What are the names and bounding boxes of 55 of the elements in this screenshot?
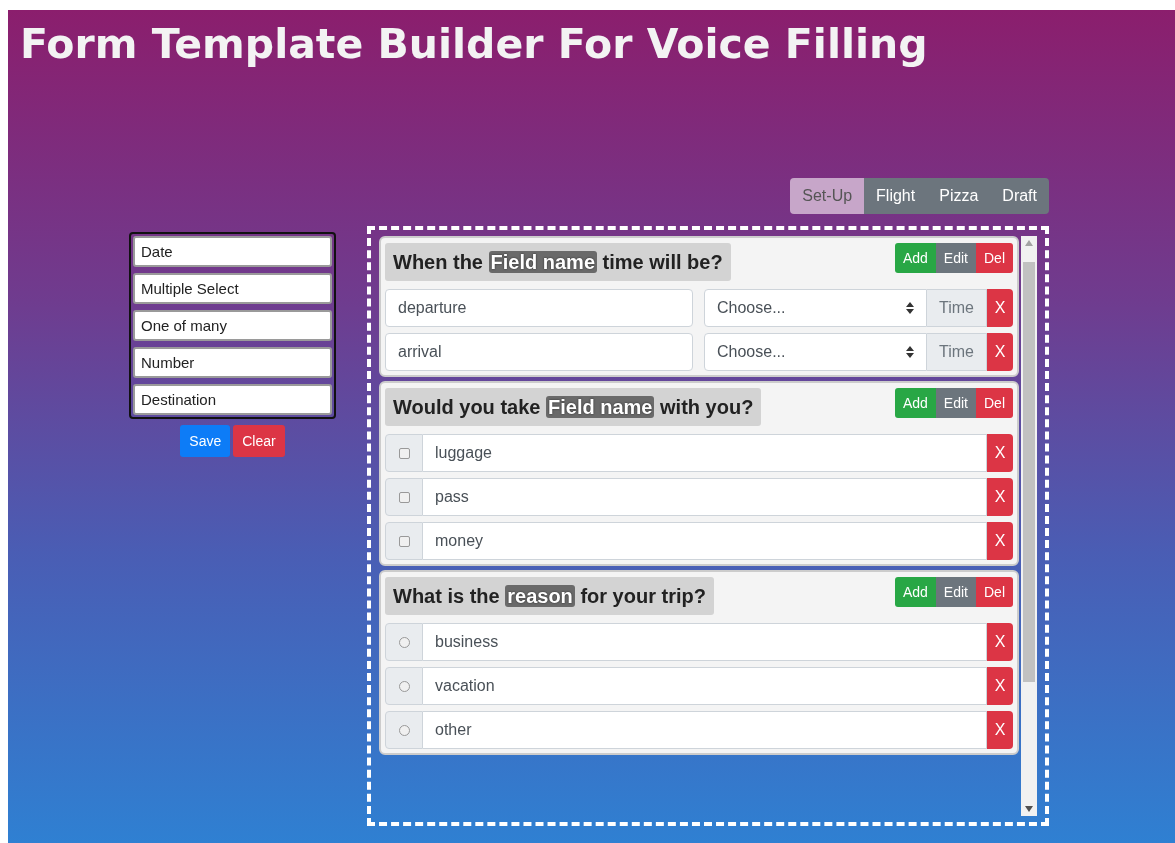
template-tab[interactable]: Set-Up <box>790 178 865 214</box>
checkbox[interactable] <box>398 535 410 547</box>
choose-dropdown[interactable]: Choose... <box>704 333 928 371</box>
option-name-field[interactable]: luggage <box>423 434 987 472</box>
option-name-field[interactable]: other <box>423 711 987 749</box>
time-addon: Time <box>927 289 987 327</box>
template-tab[interactable]: Draft <box>990 178 1049 214</box>
checkbox[interactable] <box>398 491 410 503</box>
field-type-item[interactable]: Multiple Select <box>133 273 332 304</box>
remove-button[interactable]: X <box>987 667 1013 705</box>
remove-button[interactable]: X <box>987 623 1013 661</box>
scroll-down-icon[interactable] <box>1025 806 1033 812</box>
template-tab[interactable]: Pizza <box>927 178 991 214</box>
delete-button[interactable]: Del <box>976 577 1013 607</box>
field-type-item[interactable]: Date <box>133 236 332 267</box>
field-type-item[interactable]: One of many <box>133 310 332 341</box>
option-name-field[interactable]: business <box>423 623 987 661</box>
remove-button[interactable]: X <box>987 434 1013 472</box>
field-type-item[interactable]: Destination <box>133 384 332 415</box>
radio-button[interactable] <box>398 636 410 648</box>
scrollbar[interactable] <box>1021 236 1037 816</box>
sort-arrows-icon <box>906 302 915 314</box>
add-button[interactable]: Add <box>894 388 936 418</box>
clear-button[interactable]: Clear <box>233 425 285 457</box>
checkbox[interactable] <box>398 447 410 459</box>
field-type-item[interactable]: Number <box>133 347 332 378</box>
edit-button[interactable]: Edit <box>935 243 976 273</box>
page-title: Form Template Builder For Voice Filling <box>19 19 928 70</box>
template-tab[interactable]: Flight <box>864 178 928 214</box>
choose-dropdown[interactable]: Choose... <box>704 289 928 327</box>
question-title: Would you take Field name with you? <box>385 388 762 426</box>
option-name-field[interactable]: vacation <box>423 667 987 705</box>
edit-button[interactable]: Edit <box>935 388 976 418</box>
remove-button[interactable]: X <box>987 289 1013 327</box>
option-name-field[interactable]: departure <box>385 289 693 327</box>
edit-button[interactable]: Edit <box>935 577 976 607</box>
add-button[interactable]: Add <box>894 577 936 607</box>
delete-button[interactable]: Del <box>976 388 1013 418</box>
option-name-field[interactable]: arrival <box>385 333 693 371</box>
remove-button[interactable]: X <box>987 333 1013 371</box>
save-button[interactable]: Save <box>180 425 231 457</box>
question-title: When the Field name time will be? <box>385 243 731 281</box>
option-name-field[interactable]: money <box>423 522 987 560</box>
question-title: What is the reason for your trip? <box>385 577 714 615</box>
remove-button[interactable]: X <box>987 711 1013 749</box>
option-name-field[interactable]: pass <box>423 478 987 516</box>
remove-button[interactable]: X <box>987 522 1013 560</box>
sort-arrows-icon <box>906 346 915 358</box>
time-addon: Time <box>927 333 987 371</box>
add-button[interactable]: Add <box>894 243 936 273</box>
scroll-up-icon[interactable] <box>1025 240 1033 246</box>
delete-button[interactable]: Del <box>976 243 1013 273</box>
remove-button[interactable]: X <box>987 478 1013 516</box>
radio-button[interactable] <box>398 680 410 692</box>
radio-button[interactable] <box>398 724 410 736</box>
